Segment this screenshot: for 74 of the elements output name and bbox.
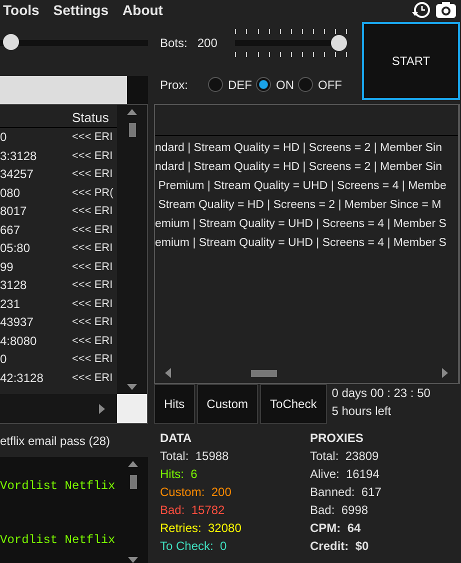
result-tab[interactable]: Custom [196,384,258,424]
stat-line: Alive: 16194 [310,467,380,481]
table-cell: <<< ERI [72,260,113,273]
table-cell: <<< ERI [72,372,113,384]
table-cell: <<< ERI [72,353,113,366]
radio-button[interactable]: ON [256,77,294,92]
table-cell-text: 42:3128 [0,370,44,385]
column-header[interactable]: Status [72,110,109,124]
scrollbar[interactable] [117,105,147,394]
table-cell: <<< PR( [72,186,114,199]
stats-title: PROXIES [310,431,364,445]
table-cell-text: 99 [0,260,14,274]
elapsed-time: 0 days 00 : 23 : 50 [332,386,430,400]
table-cell-text: 667 [0,222,22,237]
scrollbar[interactable] [0,394,117,423]
threads-slider[interactable] [0,34,148,52]
proxy-label: Prox: [160,78,188,92]
table-cell: <<< ERI [72,279,113,292]
history-icon[interactable] [411,1,431,19]
bots-slider[interactable] [235,29,348,57]
scrollbar-corner [117,394,147,423]
table-cell: <<< ERI [72,150,113,162]
table-cell: <<< ERI [72,334,113,347]
table-cell-text: 3:3128 [0,148,38,163]
log-line: Vordlist Netflix [0,533,116,547]
stat-line: Retries: 32080 [160,521,242,535]
table-cell-text: 231 [0,296,22,311]
table-cell: <<< ERI [72,168,113,180]
table-cell-text: 05:80 [0,241,32,256]
camera-icon[interactable] [435,1,457,19]
stat-line: Total: 15988 [160,449,230,463]
table-cell: <<< ERI [72,316,113,328]
table-cell: <<< ERI [72,242,113,254]
hit-entry: emium | Stream Quality = UHD | Screens = 4 | Member S [155,217,448,232]
stat-line: Custom: 200 [160,485,232,499]
table-cell: <<< ERI [72,298,113,310]
stat-line: Credit: $0 [310,539,370,553]
hit-entry: ndard | Stream Quality = HD | Screens = 2 | Member Sin [155,141,443,156]
stat-line: Banned: 617 [310,485,382,499]
stat-line: To Check: 0 [160,539,228,553]
menu-item[interactable]: Tools [3,2,40,18]
bots-label: Bots: [160,36,188,50]
stats-title: DATA [160,431,193,445]
table-cell-text: 0 [0,352,8,366]
stat-line: Bad: 6998 [310,503,370,517]
radio-button[interactable]: OFF [298,77,342,92]
table-cell-text: 4:8080 [0,334,38,348]
stat-line: Hits: 6 [160,467,198,481]
log-line: Vordlist Netflix [0,479,116,493]
menu-item[interactable]: About [122,2,163,18]
table-cell-text: 8017 [0,204,28,218]
hit-entry: emium | Stream Quality = UHD | Screens = 4 | Member S [155,236,448,251]
stat-line: Bad: 15782 [160,503,226,517]
menu-item[interactable]: Settings [53,2,109,18]
table-cell-text: 3128 [0,278,28,292]
radio-button[interactable]: DEF [208,77,252,92]
table-cell-text: 34257 [0,167,34,182]
time-remaining: 5 hours left [332,404,392,418]
table-cell-text: 080 [0,186,22,200]
bots-value: 200 [197,36,218,50]
start-button[interactable]: START [362,22,460,100]
stat-line: Total: 23809 [310,449,380,463]
table-cell: <<< ERI [72,205,113,218]
result-tab[interactable]: ToCheck [260,384,327,424]
table-cell-text: 0 [0,130,8,144]
hit-entry: ndard | Stream Quality = HD | Screens = 2 | Member Sin [155,160,443,175]
hit-entry: Premium | Stream Quality = UHD | Screens = 4 | Membe [157,179,448,194]
result-tab[interactable]: Hits [154,384,195,424]
table-cell: <<< ERI [72,224,113,236]
table-cell: <<< ERI [72,131,113,144]
table-cell-text: 43937 [0,315,34,330]
stat-line: CPM: 64 [310,521,362,535]
wordlist-name: etflix email pass (28) [0,433,112,450]
hit-entry: Stream Quality = HD | Screens = 2 | Member Since = M [157,198,442,213]
